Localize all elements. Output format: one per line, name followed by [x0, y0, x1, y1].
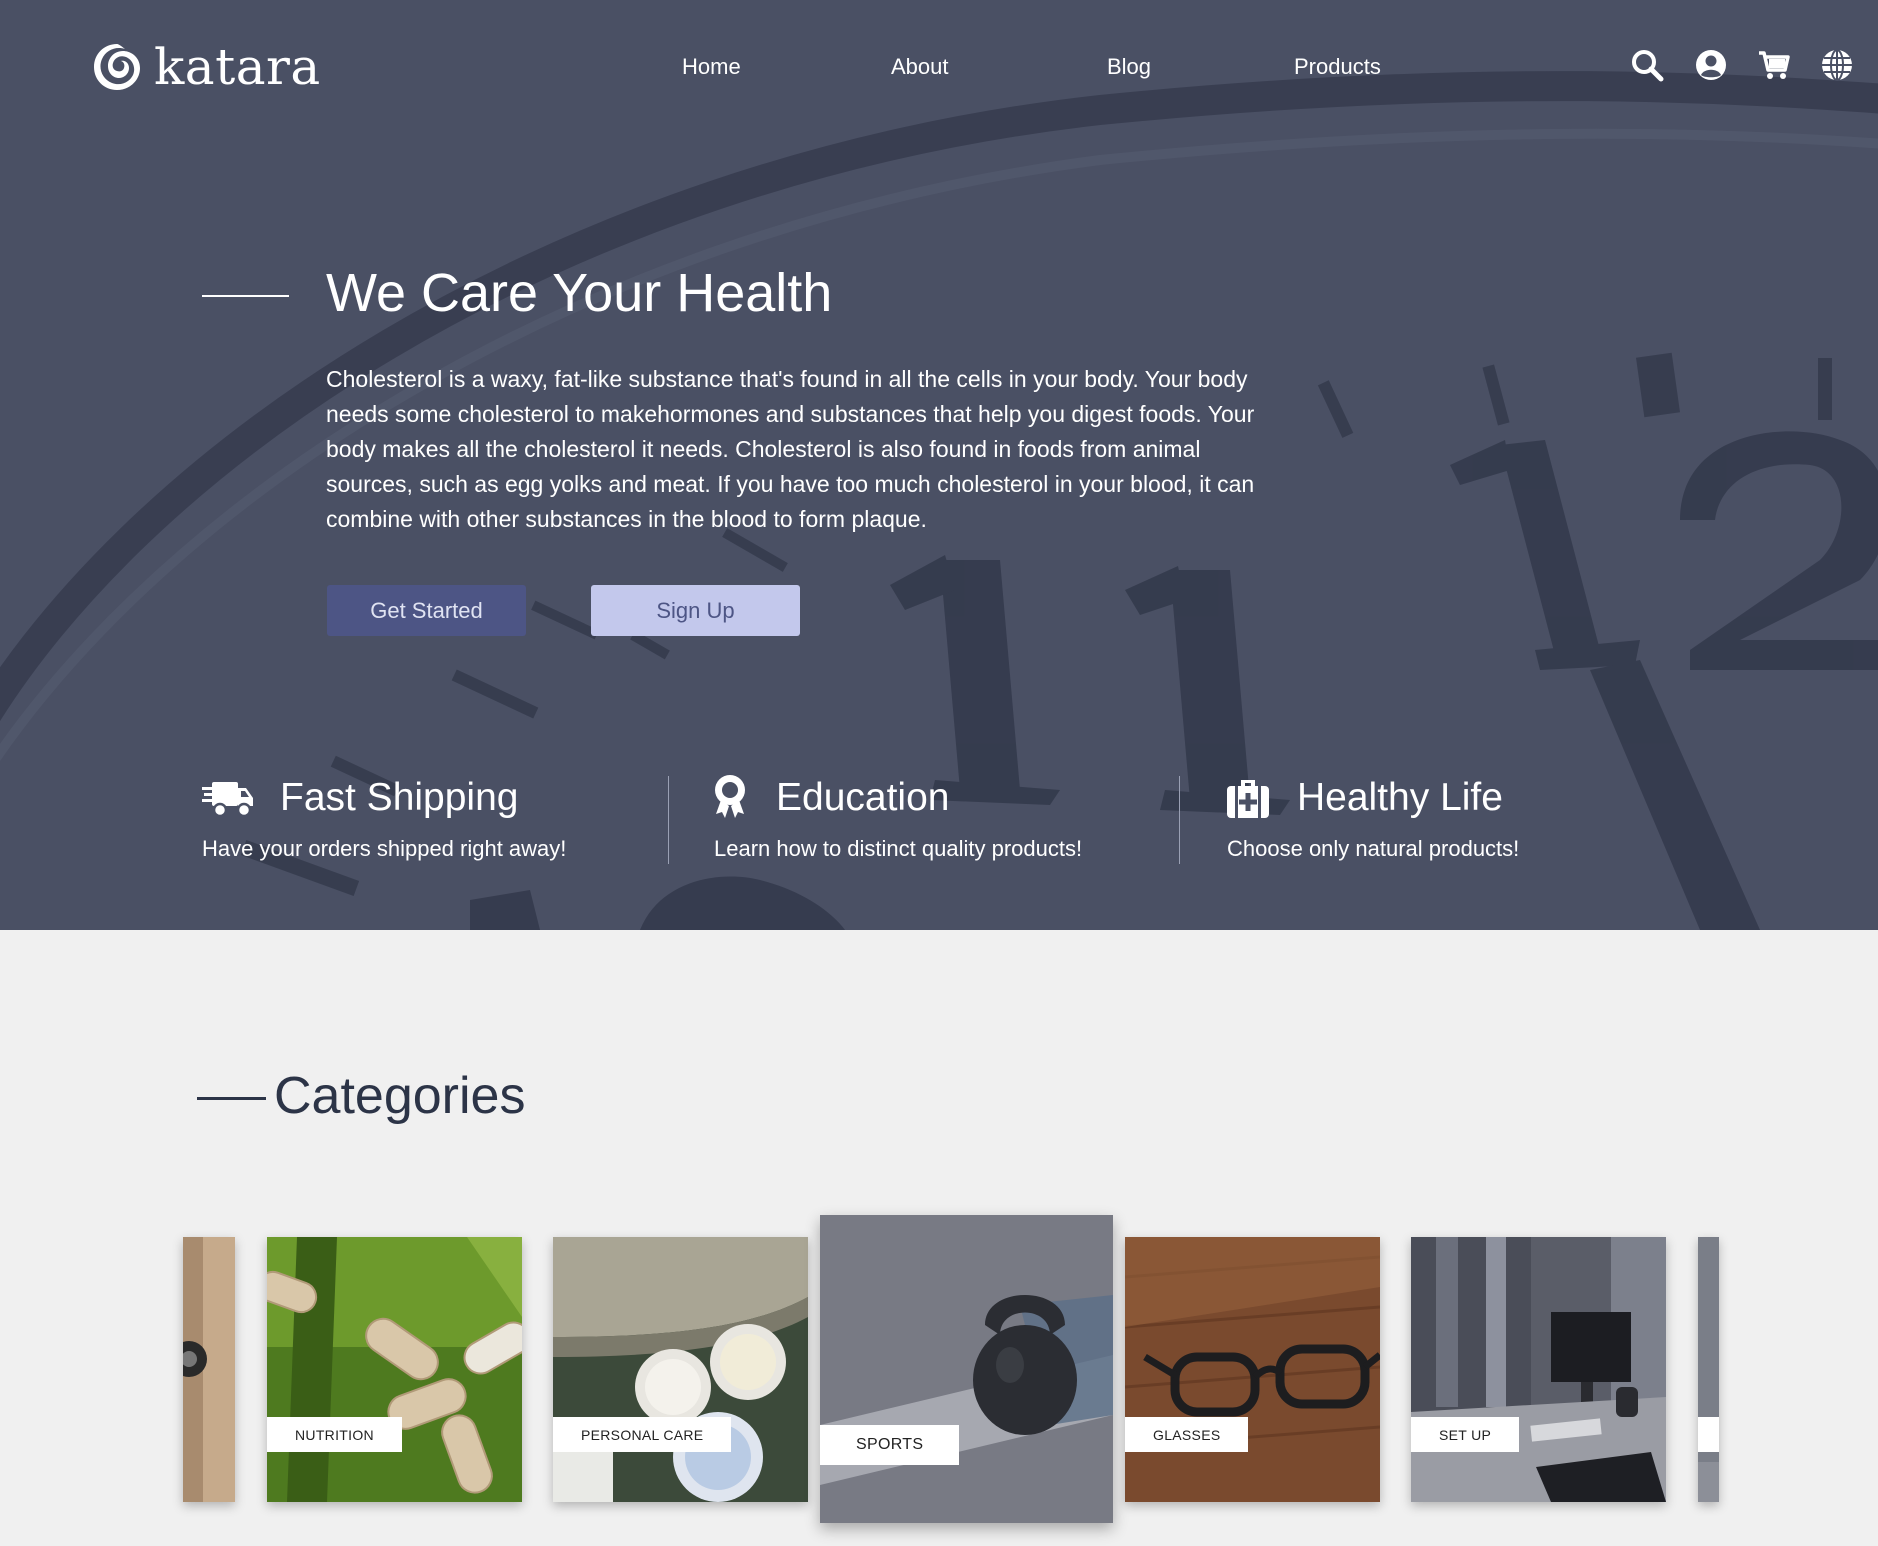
hero-title: We Care Your Health	[326, 263, 833, 323]
category-label: PERSONAL CARE	[553, 1417, 732, 1452]
category-label: SET UP	[1411, 1417, 1520, 1452]
feature-description: Have your orders shipped right away!	[202, 836, 567, 861]
feature-title: Fast Shipping	[280, 776, 519, 819]
categories-accent-line	[197, 1097, 266, 1100]
user-icon[interactable]	[1694, 48, 1728, 82]
feature-divider	[1179, 776, 1180, 864]
feature-description: Learn how to distinct quality products!	[714, 836, 1083, 861]
hero-title-accent-line	[202, 295, 289, 297]
category-image	[183, 1237, 235, 1502]
category-card-sports[interactable]: SPORTS	[820, 1215, 1113, 1523]
sports-image	[820, 1215, 1113, 1523]
category-card-glasses[interactable]: GLASSES	[1125, 1237, 1380, 1502]
category-card-partial-left[interactable]	[183, 1237, 235, 1502]
feature-title: Education	[776, 776, 950, 819]
first-aid-kit-icon	[1227, 774, 1269, 822]
category-card-set-up[interactable]: SET UP	[1411, 1237, 1666, 1502]
hero-section: katara Home About Blog Products We Care …	[0, 0, 1878, 930]
category-label: GLASSES	[1125, 1417, 1249, 1452]
category-card-partial-right[interactable]	[1698, 1237, 1719, 1502]
sign-up-button[interactable]: Sign Up	[591, 585, 800, 636]
feature-description: Choose only natural products!	[1227, 836, 1520, 861]
globe-icon[interactable]	[1820, 48, 1854, 82]
glasses-image	[1125, 1237, 1380, 1502]
feature-healthy-life: Healthy Life Choose only natural product…	[1227, 770, 1519, 870]
category-card-nutrition[interactable]: NUTRITION	[267, 1237, 522, 1502]
category-image	[1698, 1237, 1719, 1502]
feature-divider	[668, 776, 669, 864]
category-label: SPORTS	[820, 1425, 960, 1465]
nav-link-home[interactable]: Home	[682, 54, 741, 80]
nav-link-products[interactable]: Products	[1294, 54, 1381, 80]
feature-title: Healthy Life	[1297, 776, 1503, 819]
logo[interactable]: katara	[90, 38, 321, 96]
logo-swirl-icon	[94, 44, 140, 90]
brand-name: katara	[154, 38, 321, 96]
nav-link-about[interactable]: About	[891, 54, 949, 80]
search-icon[interactable]	[1630, 48, 1664, 82]
personal-care-image	[553, 1237, 808, 1502]
nav-link-blog[interactable]: Blog	[1107, 54, 1151, 80]
navbar: katara Home About Blog Products	[0, 0, 1878, 132]
feature-education: Education Learn how to distinct quality …	[714, 770, 1082, 870]
nutrition-image	[267, 1237, 522, 1502]
feature-fast-shipping: Fast Shipping Have your orders shipped r…	[202, 770, 566, 870]
category-card-personal-care[interactable]: PERSONAL CARE	[553, 1237, 808, 1502]
award-icon	[714, 774, 746, 822]
category-label: NUTRITION	[267, 1417, 402, 1452]
set-up-image	[1411, 1237, 1666, 1502]
get-started-button[interactable]: Get Started	[327, 585, 526, 636]
cart-icon[interactable]	[1757, 48, 1791, 82]
truck-icon	[202, 774, 254, 822]
categories-title: Categories	[274, 1067, 526, 1125]
hero-description: Cholesterol is a waxy, fat-like substanc…	[326, 366, 1255, 532]
